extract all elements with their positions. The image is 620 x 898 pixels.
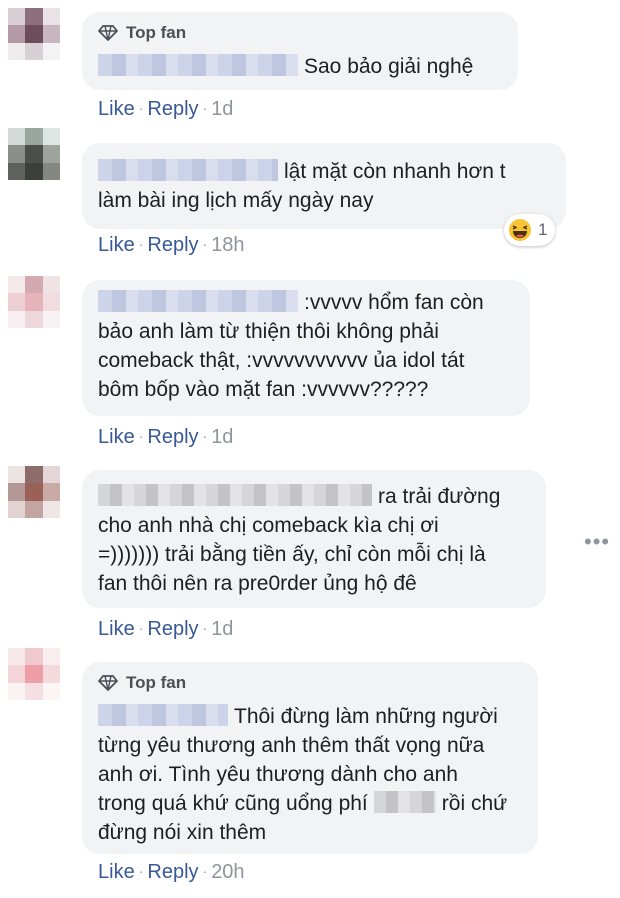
- top-fan-badge: Top fan: [98, 12, 502, 52]
- reply-button[interactable]: Reply: [147, 98, 198, 120]
- avatar[interactable]: [8, 648, 60, 700]
- blurred-word: [373, 791, 436, 813]
- avatar[interactable]: [8, 466, 60, 518]
- diamond-icon: [98, 675, 118, 691]
- reply-button[interactable]: Reply: [147, 234, 198, 256]
- comment-bubble: Top fan Thôi đừng làm những người từng y…: [82, 662, 538, 854]
- reply-button[interactable]: Reply: [147, 426, 198, 448]
- haha-emoji-icon: [509, 219, 531, 241]
- comment-text-line: :vvvvv hổm fan còn: [304, 291, 484, 314]
- like-button[interactable]: Like: [98, 618, 135, 640]
- separator: ·: [202, 428, 208, 444]
- comment-bubble: :vvvvv hổm fan còn bảo anh làm từ thiện …: [82, 280, 530, 416]
- like-button[interactable]: Like: [98, 98, 135, 120]
- diamond-icon: [98, 25, 118, 41]
- like-button[interactable]: Like: [98, 861, 135, 883]
- timestamp[interactable]: 1d: [211, 426, 233, 448]
- comment-actions: Like · Reply · 20h: [98, 859, 245, 884]
- comment-text-line: cho anh nhà chị comeback kìa chị ơi: [98, 514, 439, 537]
- blurred-username[interactable]: [98, 290, 298, 312]
- comment-text-line: anh ơi. Tình yêu thương dành cho anh: [98, 763, 458, 786]
- comment-text-line: làm bài ing lịch mấy ngày nay: [98, 189, 374, 212]
- like-button[interactable]: Like: [98, 426, 135, 448]
- timestamp[interactable]: 1d: [211, 618, 233, 640]
- comment-bubble: lật mặt còn nhanh hơn t làm bài ing lịch…: [82, 143, 566, 229]
- comment-text-line: bôm bốp vào mặt fan :vvvvvv?????: [98, 378, 429, 401]
- separator: ·: [202, 236, 208, 252]
- separator: ·: [138, 236, 144, 252]
- comment-text-line: Thôi đừng làm những người: [234, 705, 498, 728]
- reply-button[interactable]: Reply: [147, 861, 198, 883]
- top-fan-badge: Top fan: [98, 662, 522, 702]
- comment-text-line: bảo anh làm từ thiện thôi không phải: [98, 320, 439, 343]
- separator: ·: [202, 863, 208, 879]
- avatar[interactable]: [8, 8, 60, 60]
- comment-text-line: =))))))) trải bằng tiền ấy, chỉ còn mỗi …: [98, 543, 486, 566]
- separator: ·: [138, 863, 144, 879]
- comment-text-line: đừng nói xin thêm: [98, 821, 267, 844]
- comment-bubble: ra trải đường cho anh nhà chị comeback k…: [82, 470, 546, 608]
- reaction-count[interactable]: 1: [504, 214, 556, 246]
- separator: ·: [202, 620, 208, 636]
- top-fan-label: Top fan: [126, 23, 187, 42]
- reply-button[interactable]: Reply: [147, 618, 198, 640]
- avatar[interactable]: [8, 128, 60, 180]
- comment-bubble: Top fan Sao bảo giải nghệ: [82, 12, 518, 90]
- comment-actions: Like · Reply · 18h: [98, 232, 245, 257]
- comment-text-line: ra trải đường: [378, 485, 501, 508]
- reaction-number: 1: [538, 220, 548, 239]
- separator: ·: [202, 100, 208, 116]
- timestamp[interactable]: 1d: [211, 98, 233, 120]
- top-fan-label: Top fan: [126, 673, 187, 692]
- comment-text-line: từng yêu thương anh thêm thất vọng nữa: [98, 734, 485, 757]
- comment-text-line: rồi chứ: [441, 792, 508, 815]
- blurred-username[interactable]: [98, 484, 372, 506]
- comment-text-line: trong quá khứ cũng uổng phí: [98, 792, 368, 815]
- avatar[interactable]: [8, 276, 60, 328]
- comment-text-line: fan thôi nên ra pre0rder ủng hộ đê: [98, 572, 417, 595]
- comment-actions: Like · Reply · 1d: [98, 616, 233, 641]
- comment-text: Sao bảo giải nghệ: [304, 55, 474, 78]
- timestamp[interactable]: 20h: [211, 861, 244, 883]
- timestamp[interactable]: 18h: [211, 234, 244, 256]
- comment-actions: Like · Reply · 1d: [98, 424, 233, 449]
- more-options-icon[interactable]: •••: [584, 531, 610, 553]
- comment-text-line: lật mặt còn nhanh hơn t: [284, 160, 506, 183]
- comment-actions: Like · Reply · 1d: [98, 96, 233, 121]
- blurred-username[interactable]: [98, 159, 278, 181]
- comment-text-line: comeback thật, :vvvvvvvvvvv ủa idol tát: [98, 349, 465, 372]
- blurred-username[interactable]: [98, 54, 298, 76]
- separator: ·: [138, 100, 144, 116]
- separator: ·: [138, 428, 144, 444]
- separator: ·: [138, 620, 144, 636]
- blurred-username[interactable]: [98, 704, 228, 726]
- like-button[interactable]: Like: [98, 234, 135, 256]
